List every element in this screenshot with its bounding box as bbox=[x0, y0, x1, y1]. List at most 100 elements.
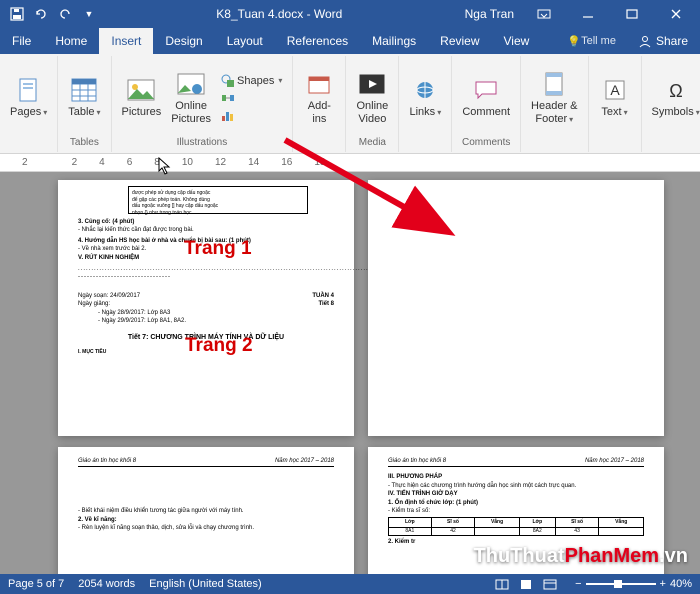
annotation-arrow bbox=[275, 130, 475, 250]
smartart-icon bbox=[221, 91, 235, 105]
page-content: Giáo án tin học khối 8Năm học 2017 – 201… bbox=[368, 447, 664, 557]
tab-references[interactable]: References bbox=[275, 28, 360, 54]
tell-me-label: Tell me bbox=[581, 35, 616, 47]
online-video-button[interactable]: Online Video bbox=[352, 68, 392, 126]
zoom-control[interactable]: − + 40% bbox=[575, 578, 692, 590]
tab-view[interactable]: View bbox=[492, 28, 542, 54]
page-indicator[interactable]: Page 5 of 7 bbox=[8, 578, 64, 590]
header-footer-button[interactable]: Header & Footer▾ bbox=[527, 68, 581, 126]
symbols-label: Symbols bbox=[652, 106, 694, 118]
group-pages: Pages▾ bbox=[0, 56, 58, 152]
group-tables: Table▾ Tables bbox=[58, 56, 111, 152]
online-pictures-button[interactable]: Online Pictures bbox=[167, 68, 215, 126]
text-icon: A bbox=[601, 76, 629, 104]
symbols-button[interactable]: Ω Symbols▾ bbox=[648, 74, 700, 120]
share-label: Share bbox=[656, 34, 688, 48]
online-video-label: Online Video bbox=[356, 100, 388, 124]
group-label-tables: Tables bbox=[70, 137, 99, 150]
quick-access-toolbar: ▼ bbox=[0, 3, 100, 25]
tab-design[interactable]: Design bbox=[153, 28, 214, 54]
pictures-icon bbox=[127, 76, 155, 104]
ribbon-tabs: File Home Insert Design Layout Reference… bbox=[0, 28, 700, 54]
group-text: A Text▾ bbox=[589, 56, 642, 152]
maximize-icon[interactable] bbox=[612, 0, 652, 28]
pages-button[interactable]: Pages▾ bbox=[6, 74, 51, 120]
document-title: K8_Tuan 4.docx - Word bbox=[100, 7, 459, 21]
share-icon bbox=[638, 34, 652, 48]
view-buttons bbox=[491, 576, 561, 592]
header-footer-icon bbox=[540, 70, 568, 98]
ribbon-options-icon[interactable] bbox=[524, 0, 564, 28]
close-icon[interactable] bbox=[656, 0, 696, 28]
group-label-symbols bbox=[674, 137, 677, 150]
pages-label: Pages bbox=[10, 106, 41, 118]
group-label-pages bbox=[27, 137, 30, 150]
online-pictures-label: Online Pictures bbox=[171, 100, 211, 124]
comment-button[interactable]: Comment bbox=[458, 74, 514, 120]
shapes-label: Shapes bbox=[237, 75, 274, 87]
zoom-slider[interactable] bbox=[586, 583, 656, 585]
statusbar: Page 5 of 7 2054 words English (United S… bbox=[0, 574, 700, 594]
table-button[interactable]: Table▾ bbox=[64, 74, 104, 120]
tell-me[interactable]: 💡 Tell me bbox=[555, 28, 628, 54]
save-icon[interactable] bbox=[6, 3, 28, 25]
symbols-icon: Ω bbox=[662, 76, 690, 104]
tab-layout[interactable]: Layout bbox=[215, 28, 275, 54]
addins-icon bbox=[305, 70, 333, 98]
smartart-button[interactable] bbox=[217, 90, 286, 106]
tab-insert[interactable]: Insert bbox=[99, 28, 153, 54]
pictures-button[interactable]: Pictures bbox=[118, 74, 166, 120]
share-button[interactable]: Share bbox=[628, 28, 700, 54]
zoom-out-icon[interactable]: − bbox=[575, 578, 581, 590]
pictures-label: Pictures bbox=[122, 106, 162, 118]
print-layout-icon[interactable] bbox=[515, 576, 537, 592]
group-illustrations: Pictures Online Pictures Shapes▾ Illustr… bbox=[112, 56, 294, 152]
comment-label: Comment bbox=[462, 106, 510, 118]
addins-button[interactable]: Add- ins bbox=[299, 68, 339, 126]
comment-icon bbox=[472, 76, 500, 104]
tab-file[interactable]: File bbox=[0, 28, 43, 54]
shapes-icon bbox=[221, 74, 235, 88]
text-button[interactable]: A Text▾ bbox=[595, 74, 635, 120]
watermark: ThuThuatPhanMem.vn bbox=[474, 545, 688, 568]
table-label: Table bbox=[68, 106, 94, 118]
tab-review[interactable]: Review bbox=[428, 28, 491, 54]
undo-icon[interactable] bbox=[30, 3, 52, 25]
group-symbols: Ω Symbols▾ bbox=[642, 56, 700, 152]
link-icon bbox=[411, 76, 439, 104]
shapes-button[interactable]: Shapes▾ bbox=[217, 73, 286, 89]
group-label-hf bbox=[553, 137, 556, 150]
user-name[interactable]: Nga Tran bbox=[459, 7, 520, 21]
read-mode-icon[interactable] bbox=[491, 576, 513, 592]
group-label-illustrations: Illustrations bbox=[177, 137, 228, 150]
links-label: Links bbox=[410, 106, 436, 118]
language-indicator[interactable]: English (United States) bbox=[149, 578, 262, 590]
table-icon bbox=[70, 76, 98, 104]
qat-customize-icon[interactable]: ▼ bbox=[78, 3, 100, 25]
online-pictures-icon bbox=[177, 70, 205, 98]
page-content: Giáo án tin học khối 8Năm học 2017 – 201… bbox=[58, 447, 354, 543]
text-label: Text bbox=[601, 106, 621, 118]
tab-mailings[interactable]: Mailings bbox=[360, 28, 428, 54]
links-button[interactable]: Links▾ bbox=[405, 74, 445, 120]
titlebar: ▼ K8_Tuan 4.docx - Word Nga Tran bbox=[0, 0, 700, 28]
annotation-trang-1: Trang 1 bbox=[184, 238, 252, 260]
mouse-cursor-icon bbox=[158, 157, 172, 175]
zoom-level[interactable]: 40% bbox=[670, 578, 692, 590]
minimize-icon[interactable] bbox=[568, 0, 608, 28]
chart-icon bbox=[221, 108, 235, 122]
group-header-footer: Header & Footer▾ bbox=[521, 56, 588, 152]
annotation-trang-2: Trang 2 bbox=[185, 335, 253, 357]
chart-button[interactable] bbox=[217, 107, 286, 123]
redo-icon[interactable] bbox=[54, 3, 76, 25]
addins-label: Add- ins bbox=[308, 100, 331, 124]
pages-icon bbox=[15, 76, 43, 104]
video-icon bbox=[358, 70, 386, 98]
page-2[interactable]: Giáo án tin học khối 8Năm học 2017 – 201… bbox=[58, 447, 354, 574]
word-count[interactable]: 2054 words bbox=[78, 578, 135, 590]
zoom-in-icon[interactable]: + bbox=[660, 578, 666, 590]
web-layout-icon[interactable] bbox=[539, 576, 561, 592]
tab-home[interactable]: Home bbox=[43, 28, 99, 54]
group-label-text bbox=[613, 137, 616, 150]
header-footer-label: Header & Footer▾ bbox=[531, 100, 577, 124]
